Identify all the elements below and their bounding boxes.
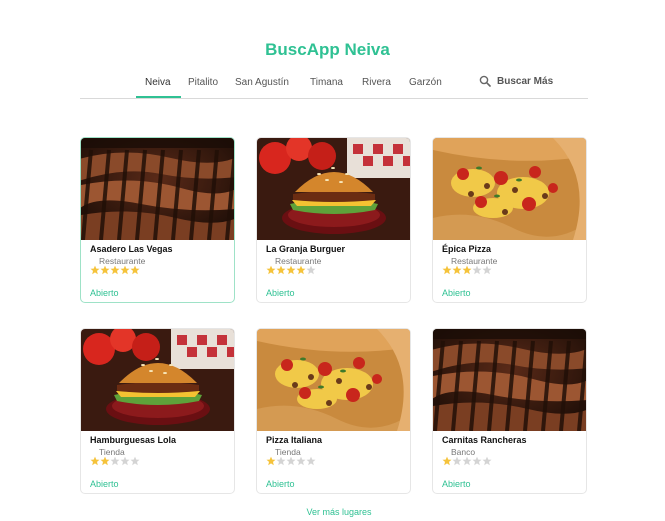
place-card[interactable]: Épica Pizza Restaurante Abierto xyxy=(432,137,587,303)
star-empty-icon xyxy=(130,456,140,466)
place-card[interactable]: Pizza Italiana Tienda Abierto xyxy=(256,328,411,494)
star-empty-icon xyxy=(482,456,492,466)
star-empty-icon xyxy=(462,456,472,466)
page-title: BuscApp Neiva xyxy=(265,40,390,59)
place-card[interactable]: Asadero Las Vegas Restaurante Abierto xyxy=(80,137,235,303)
active-tab-indicator xyxy=(136,96,181,98)
star-filled-icon xyxy=(442,456,452,466)
star-empty-icon xyxy=(110,456,120,466)
place-name: Épica Pizza xyxy=(442,244,492,254)
star-filled-icon xyxy=(452,265,462,275)
rating-stars xyxy=(266,265,316,275)
star-empty-icon xyxy=(286,456,296,466)
star-filled-icon xyxy=(90,456,100,466)
place-name: Hamburguesas Lola xyxy=(90,435,177,445)
city-nav: Neiva Pitalito San Agustín Timana Rivera… xyxy=(80,72,588,99)
star-filled-icon xyxy=(100,456,110,466)
open-status: Abierto xyxy=(266,479,295,489)
open-status: Abierto xyxy=(90,288,119,298)
star-empty-icon xyxy=(276,456,286,466)
open-status: Abierto xyxy=(442,479,471,489)
rating-stars xyxy=(442,456,492,466)
star-filled-icon xyxy=(286,265,296,275)
rating-stars xyxy=(442,265,492,275)
see-more-link[interactable]: Ver más lugares xyxy=(0,507,665,517)
star-filled-icon xyxy=(90,265,100,275)
place-image xyxy=(81,329,234,431)
place-image xyxy=(257,329,410,431)
star-filled-icon xyxy=(120,265,130,275)
search-button[interactable]: Buscar Más xyxy=(479,75,553,87)
place-name: La Granja Burguer xyxy=(266,244,346,254)
star-filled-icon xyxy=(130,265,140,275)
tab-pitalito[interactable]: Pitalito xyxy=(188,77,218,88)
star-filled-icon xyxy=(266,265,276,275)
star-filled-icon xyxy=(100,265,110,275)
star-filled-icon xyxy=(110,265,120,275)
place-name: Asadero Las Vegas xyxy=(90,244,173,254)
place-image xyxy=(257,138,410,240)
tab-san-agustin[interactable]: San Agustín xyxy=(235,77,289,88)
star-empty-icon xyxy=(452,456,462,466)
place-name: Pizza Italiana xyxy=(266,435,323,445)
star-filled-icon xyxy=(276,265,286,275)
star-empty-icon xyxy=(472,456,482,466)
place-name: Carnitas Rancheras xyxy=(442,435,527,445)
place-image xyxy=(81,138,234,240)
place-image xyxy=(433,138,586,240)
tab-garzon[interactable]: Garzón xyxy=(409,77,442,88)
rating-stars xyxy=(90,456,140,466)
star-filled-icon xyxy=(442,265,452,275)
place-card[interactable]: Carnitas Rancheras Banco Abierto xyxy=(432,328,587,494)
star-filled-icon xyxy=(462,265,472,275)
star-empty-icon xyxy=(120,456,130,466)
star-filled-icon xyxy=(296,265,306,275)
tab-rivera[interactable]: Rivera xyxy=(362,77,391,88)
rating-stars xyxy=(266,456,316,466)
open-status: Abierto xyxy=(266,288,295,298)
place-card[interactable]: Hamburguesas Lola Tienda Abierto xyxy=(80,328,235,494)
rating-stars xyxy=(90,265,140,275)
place-image xyxy=(433,329,586,431)
place-card[interactable]: La Granja Burguer Restaurante Abierto xyxy=(256,137,411,303)
search-label: Buscar Más xyxy=(497,75,554,87)
open-status: Abierto xyxy=(442,288,471,298)
star-empty-icon xyxy=(482,265,492,275)
star-empty-icon xyxy=(306,265,316,275)
tab-neiva[interactable]: Neiva xyxy=(145,77,171,88)
tab-timana[interactable]: Timana xyxy=(310,77,343,88)
search-icon xyxy=(479,75,491,87)
open-status: Abierto xyxy=(90,479,119,489)
star-empty-icon xyxy=(472,265,482,275)
star-empty-icon xyxy=(296,456,306,466)
star-empty-icon xyxy=(306,456,316,466)
star-filled-icon xyxy=(266,456,276,466)
